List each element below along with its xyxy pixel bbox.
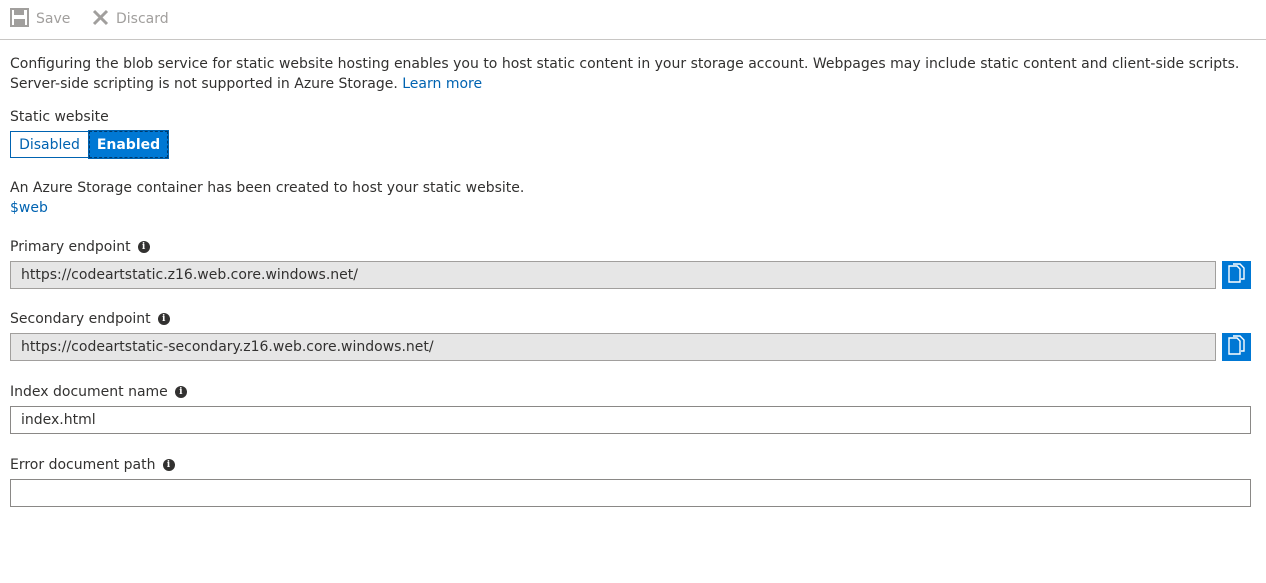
error-document-label: Error document path i: [10, 455, 175, 475]
copy-icon: [1228, 263, 1245, 287]
toggle-option-enabled[interactable]: Enabled: [88, 130, 169, 159]
static-website-toggle: Disabled Enabled: [10, 130, 169, 159]
index-document-label-text: Index document name: [10, 384, 168, 400]
discard-button[interactable]: Discard: [92, 0, 169, 38]
error-document-label-text: Error document path: [10, 457, 156, 473]
primary-endpoint-label: Primary endpoint i: [10, 237, 150, 257]
save-button[interactable]: Save: [10, 0, 70, 38]
info-icon[interactable]: i: [174, 386, 187, 398]
save-label: Save: [36, 11, 71, 27]
secondary-endpoint-field[interactable]: https://codeartstatic-secondary.z16.web.…: [10, 333, 1216, 361]
info-icon[interactable]: i: [162, 459, 175, 471]
secondary-endpoint-value: https://codeartstatic-secondary.z16.web.…: [21, 339, 434, 355]
copy-icon: [1228, 335, 1245, 359]
container-note: An Azure Storage container has been crea…: [10, 178, 524, 218]
copy-primary-endpoint-button[interactable]: [1222, 261, 1251, 289]
secondary-endpoint-label: Secondary endpoint i: [10, 309, 170, 329]
description-text: Configuring the blob service for static …: [10, 56, 1240, 92]
close-icon: [92, 9, 109, 30]
command-bar: Save Discard: [0, 0, 1266, 40]
save-icon: [10, 7, 29, 31]
index-document-value: index.html: [21, 412, 96, 428]
primary-endpoint-label-text: Primary endpoint: [10, 239, 131, 255]
copy-secondary-endpoint-button[interactable]: [1222, 333, 1251, 361]
container-note-text: An Azure Storage container has been crea…: [10, 180, 525, 196]
static-website-label: Static website: [10, 107, 109, 127]
primary-endpoint-field[interactable]: https://codeartstatic.z16.web.core.windo…: [10, 261, 1216, 289]
index-document-input[interactable]: index.html: [10, 406, 1251, 434]
discard-label: Discard: [116, 11, 169, 27]
primary-endpoint-value: https://codeartstatic.z16.web.core.windo…: [21, 267, 358, 283]
error-document-input[interactable]: [10, 479, 1251, 507]
static-website-description: Configuring the blob service for static …: [10, 54, 1255, 94]
toggle-option-disabled[interactable]: Disabled: [10, 131, 89, 158]
static-website-label-text: Static website: [10, 109, 109, 125]
learn-more-link[interactable]: Learn more: [402, 76, 482, 92]
index-document-label: Index document name i: [10, 382, 187, 402]
info-icon[interactable]: i: [137, 241, 150, 253]
info-icon[interactable]: i: [157, 313, 170, 325]
web-container-link[interactable]: $web: [10, 198, 524, 218]
secondary-endpoint-label-text: Secondary endpoint: [10, 311, 151, 327]
